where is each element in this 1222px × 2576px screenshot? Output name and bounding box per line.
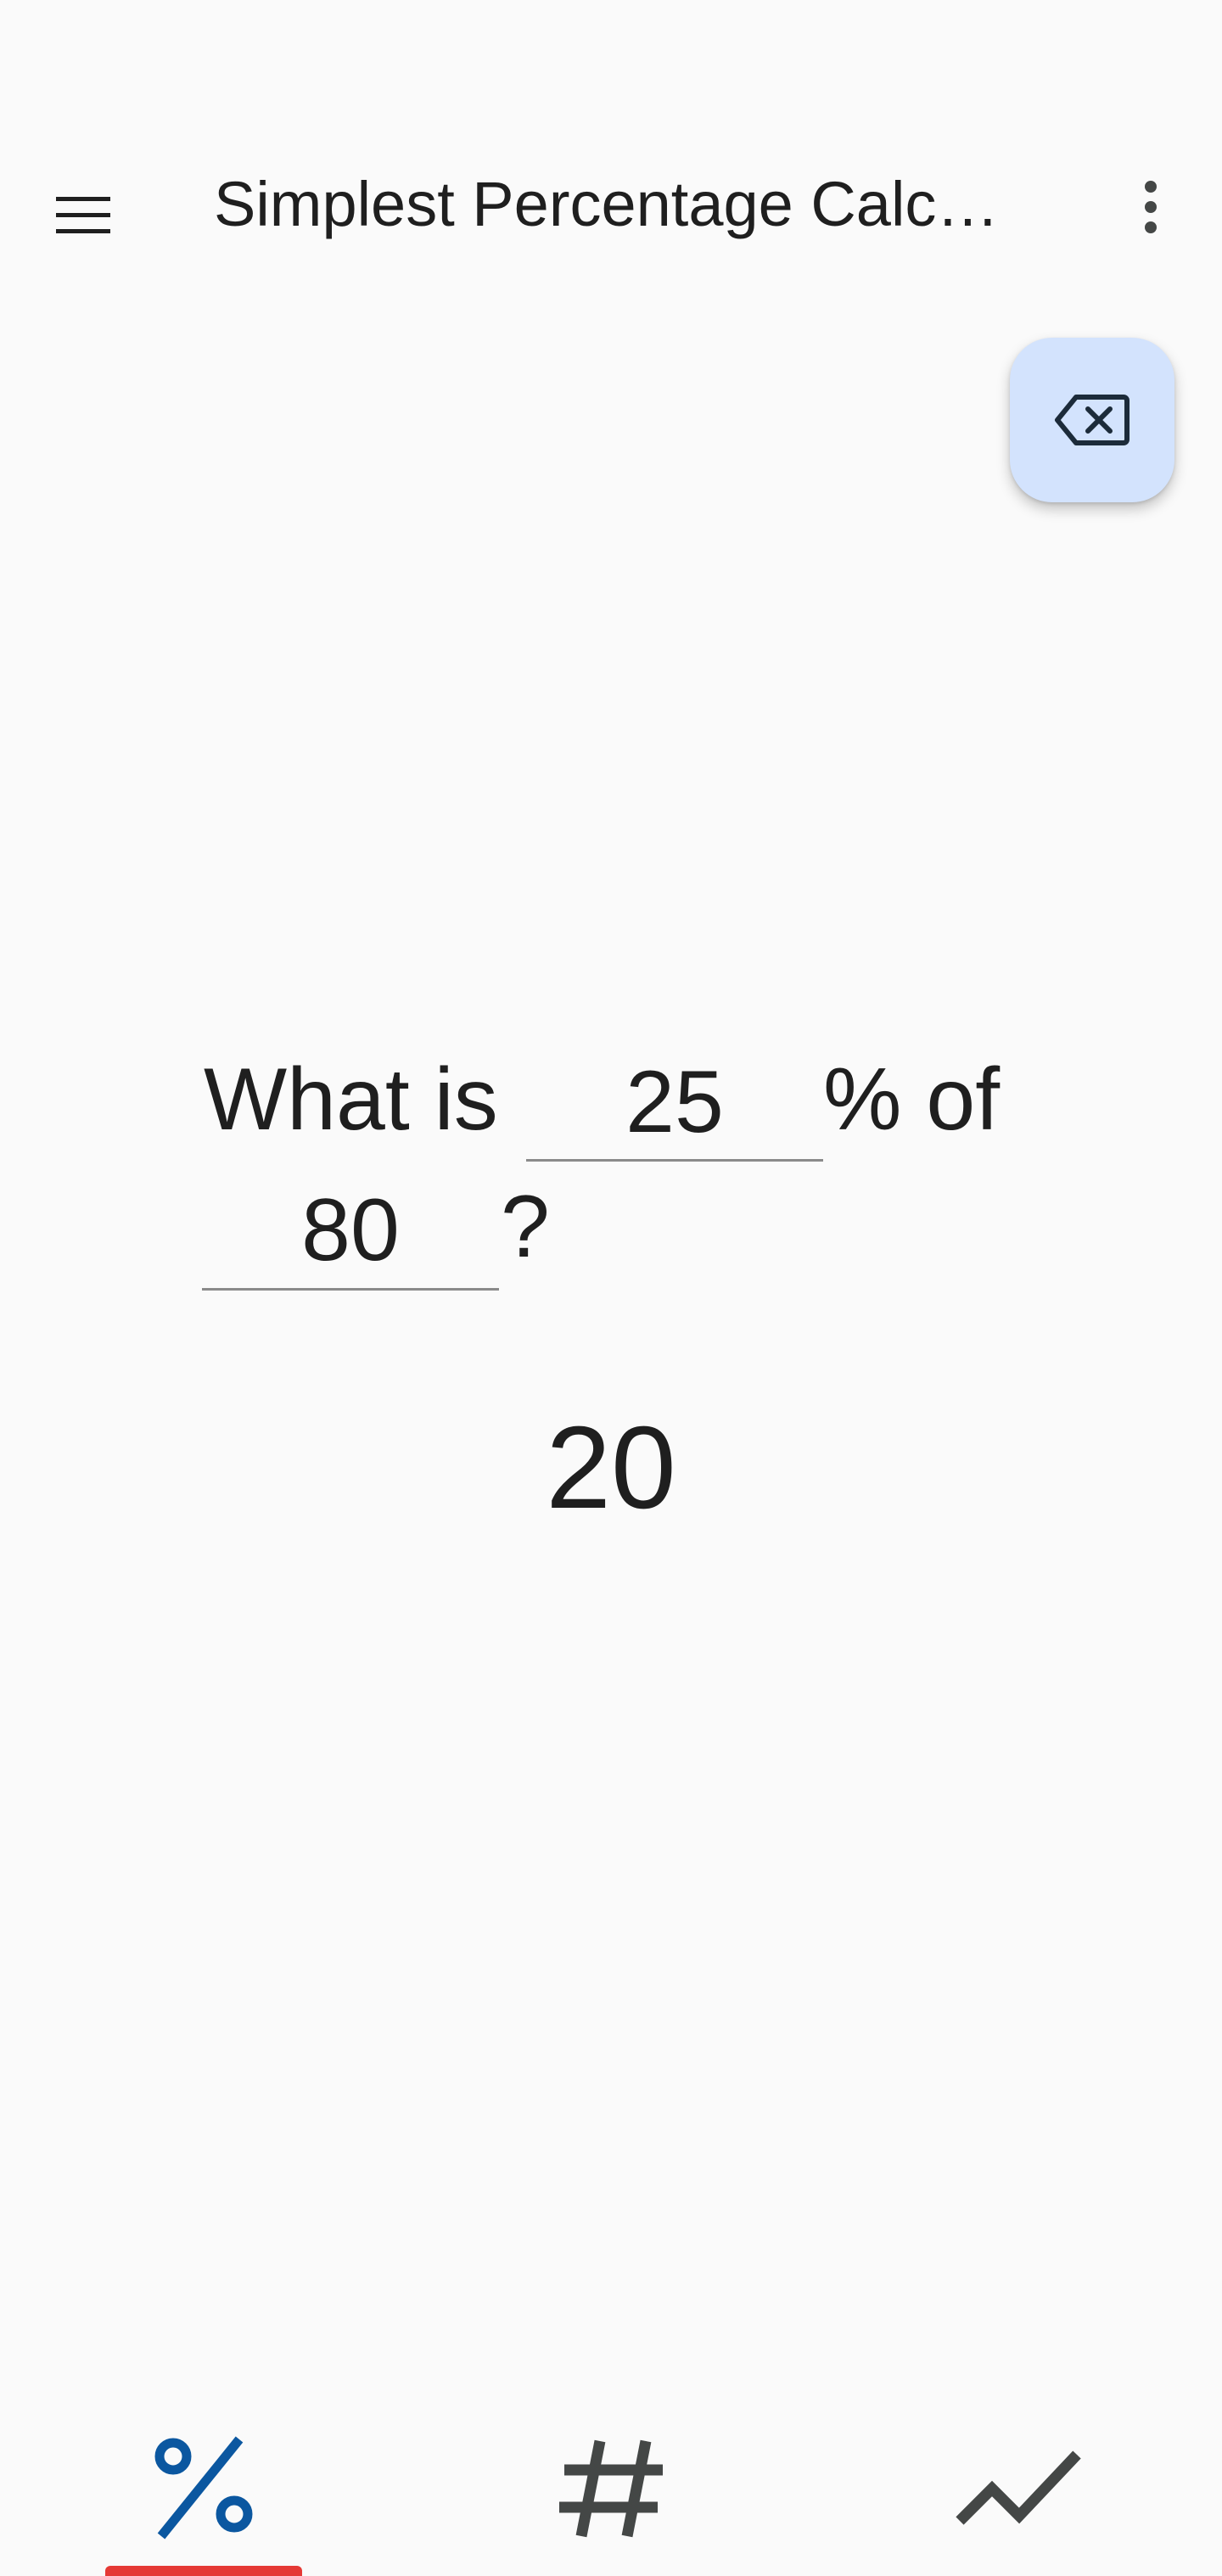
question-suffix: ? xyxy=(501,1178,550,1276)
tab-percent[interactable] xyxy=(0,2401,407,2576)
base-value-input[interactable] xyxy=(202,1173,499,1291)
percent-icon xyxy=(154,2436,253,2540)
trending-icon xyxy=(956,2450,1081,2525)
active-tab-indicator xyxy=(105,2566,302,2576)
question-middle: % of xyxy=(823,1050,1001,1149)
tab-change[interactable] xyxy=(815,2401,1222,2576)
percentage-question: What is % of ? xyxy=(0,0,1222,2376)
question-prefix: What is xyxy=(204,1050,498,1149)
tab-number[interactable] xyxy=(407,2401,815,2576)
bottom-navigation xyxy=(0,2401,1222,2576)
result-value: 20 xyxy=(546,1403,676,1533)
percent-input[interactable] xyxy=(526,1045,823,1162)
app-screen: Simplest Percentage Calculator What is %… xyxy=(0,0,1222,2576)
hash-icon xyxy=(559,2439,663,2538)
